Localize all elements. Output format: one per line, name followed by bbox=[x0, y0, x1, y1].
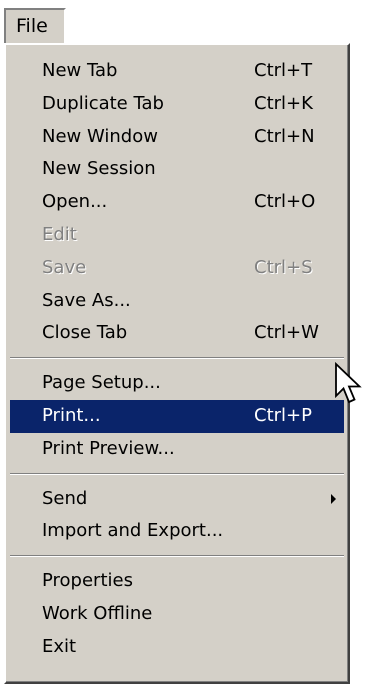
menu-separator bbox=[6, 466, 348, 483]
menu-item-properties[interactable]: Properties bbox=[6, 565, 348, 598]
menu-item-shortcut: Ctrl+N bbox=[254, 125, 315, 147]
menu-item-close-tab[interactable]: Close Tab Ctrl+W bbox=[6, 317, 348, 350]
menu-item-label: New Window bbox=[42, 125, 158, 147]
menu-item-save-as[interactable]: Save As... bbox=[6, 285, 348, 318]
menu-item-shortcut: Ctrl+O bbox=[254, 191, 316, 213]
menu-item-label: Properties bbox=[42, 570, 133, 592]
menu-item-label: New Tab bbox=[42, 60, 118, 81]
menu-item-new-tab[interactable]: New Tab Ctrl+T bbox=[6, 55, 348, 88]
menu-item-open[interactable]: Open... Ctrl+O bbox=[6, 186, 348, 219]
menu-item-label: Work Offline bbox=[42, 602, 153, 624]
menu-item-shortcut: Ctrl+S bbox=[254, 256, 313, 278]
menu-bar: File bbox=[0, 0, 367, 48]
menu-item-label: Exit bbox=[42, 635, 77, 657]
menu-separator bbox=[6, 548, 348, 565]
menu-item-duplicate-tab[interactable]: Duplicate Tab Ctrl+K bbox=[6, 88, 348, 121]
submenu-arrow-icon bbox=[331, 493, 336, 504]
menu-item-label: Save As... bbox=[42, 289, 131, 311]
menu-item-label: Save bbox=[42, 256, 87, 278]
menu-item-print-preview[interactable]: Print Preview... bbox=[6, 433, 348, 466]
file-menu-label: File bbox=[16, 15, 48, 37]
menu-item-label: Import and Export... bbox=[42, 520, 224, 542]
menu-item-shortcut: Ctrl+K bbox=[254, 92, 313, 114]
menu-item-save: Save Ctrl+S bbox=[6, 252, 348, 285]
menu-item-edit: Edit bbox=[6, 219, 348, 252]
menu-item-new-window[interactable]: New Window Ctrl+N bbox=[6, 121, 348, 154]
menu-item-work-offline[interactable]: Work Offline bbox=[6, 598, 348, 631]
menu-item-new-session[interactable]: New Session bbox=[6, 153, 348, 186]
menu-item-shortcut: Ctrl+T bbox=[254, 60, 313, 81]
menu-item-label: Print... bbox=[42, 404, 101, 426]
menu-item-shortcut: Ctrl+W bbox=[254, 322, 319, 344]
menu-item-label: Page Setup... bbox=[42, 372, 161, 394]
menu-item-label: Duplicate Tab bbox=[42, 92, 164, 114]
menu-item-label: Open... bbox=[42, 191, 108, 213]
menu-item-send[interactable]: Send bbox=[6, 483, 348, 516]
file-menu-button[interactable]: File bbox=[4, 8, 66, 45]
menu-item-label: Print Preview... bbox=[42, 437, 175, 459]
menu-item-shortcut: Ctrl+P bbox=[254, 404, 312, 426]
menu-item-print[interactable]: Print... Ctrl+P bbox=[10, 399, 344, 433]
menu-item-import-export[interactable]: Import and Export... bbox=[6, 515, 348, 548]
menu-item-label: Close Tab bbox=[42, 322, 128, 344]
menu-item-page-setup[interactable]: Page Setup... bbox=[6, 367, 348, 400]
menu-item-label: Send bbox=[42, 487, 88, 509]
menu-separator bbox=[6, 350, 348, 367]
menu-item-exit[interactable]: Exit bbox=[6, 631, 348, 664]
menu-item-label: New Session bbox=[42, 158, 156, 180]
file-menu-dropdown: New Tab Ctrl+T Duplicate Tab Ctrl+K New … bbox=[4, 43, 350, 684]
menu-item-label: Edit bbox=[42, 223, 77, 245]
